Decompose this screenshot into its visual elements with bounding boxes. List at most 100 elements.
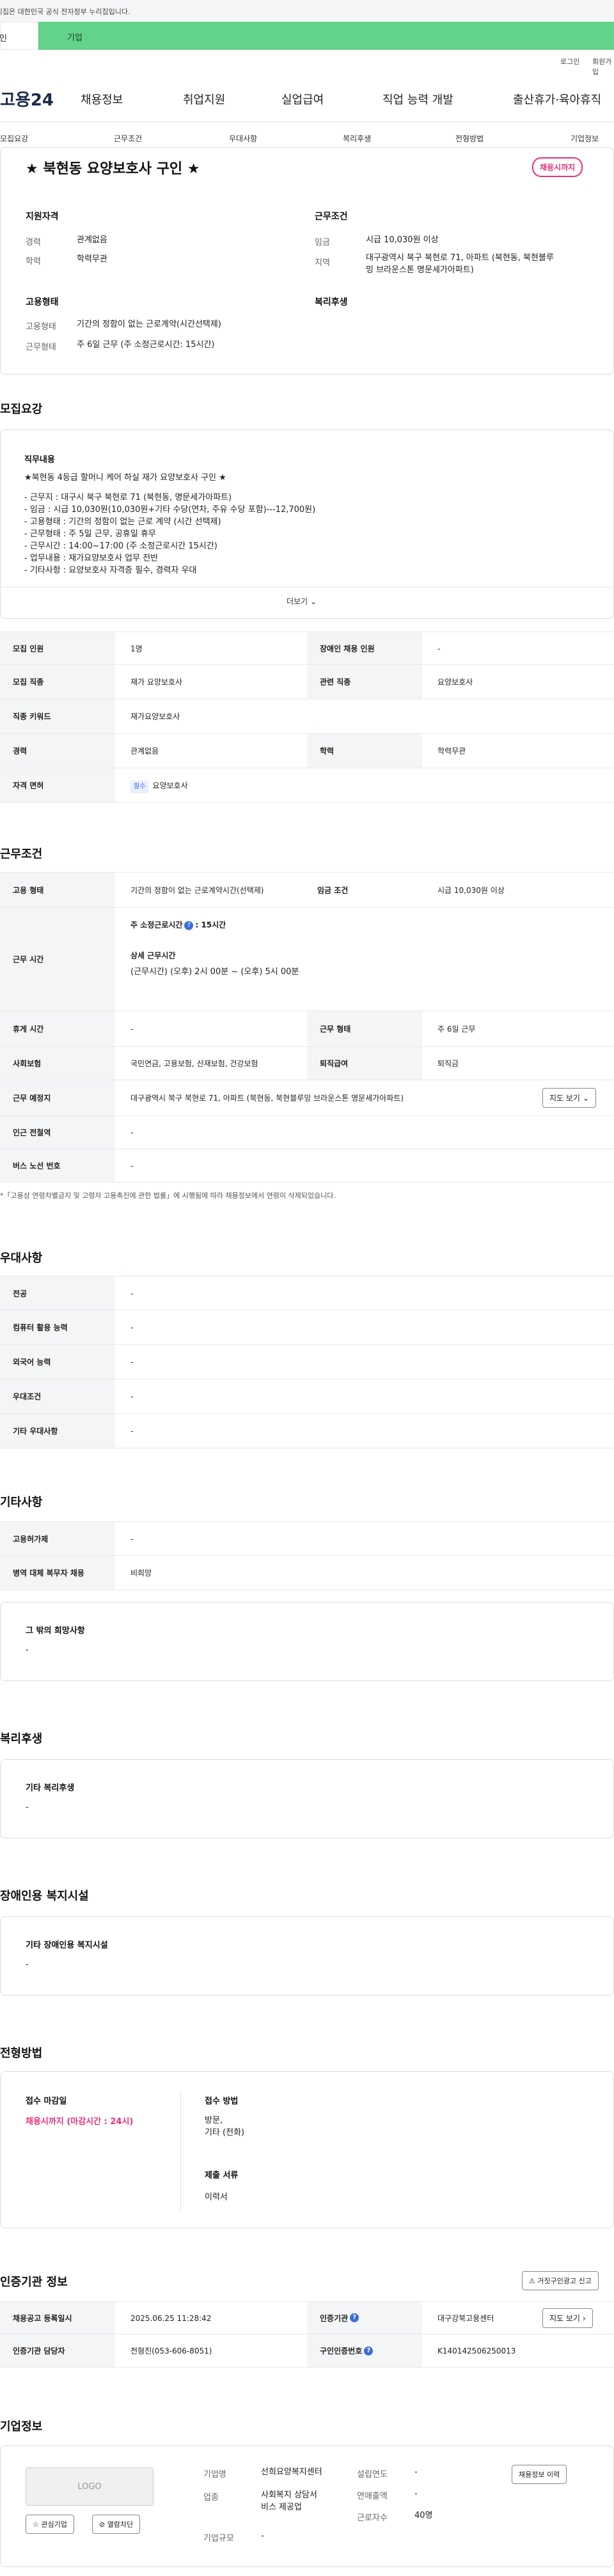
duty-line: - 근무지 : 대구시 북구 북현로 71 (북현동, 명문세가아파트) (24, 493, 232, 502)
gnb-employment-support[interactable]: 취업지원 (183, 91, 225, 107)
row-key: 모집 직종 (0, 665, 115, 699)
tab-personal[interactable]: 개인 (0, 22, 38, 50)
welfare-title: 복리후생 (315, 297, 348, 307)
company-logo: LOGO (26, 2467, 154, 2506)
anchor-select[interactable]: 전형방법 (455, 133, 484, 144)
table-row: 고용 형태 기간의 정함이 없는 근로계약시간(선택제) 임금 조건 시급 10… (0, 872, 614, 908)
qual-value: 관계없음 (77, 235, 107, 245)
row-key: 근무 시간 (0, 908, 115, 1011)
chevron-right-icon: › (582, 2314, 586, 2323)
deadline-title: 접수 마감일 (26, 2097, 67, 2106)
row-value: - (130, 1128, 134, 1137)
row-value: 요양보호사 (437, 678, 473, 687)
row-value: - (130, 1289, 134, 1298)
login-link[interactable]: 로그인 (560, 56, 579, 66)
duty-line: ★북현동 4등급 할머니 케어 하실 재가 요양보호사 구인 ★ (24, 473, 226, 483)
signup-link[interactable]: 회원가입 (592, 56, 614, 77)
help-icon[interactable]: ? (364, 2346, 374, 2355)
anchor-welfare[interactable]: 복리후생 (343, 133, 371, 144)
row-key: 관련 직종 (307, 665, 422, 699)
table-row: 고용허가제 - (0, 1521, 614, 1556)
anchor-pref[interactable]: 우대사항 (229, 133, 257, 144)
company-value: - (414, 2467, 418, 2477)
row-value: 대구강북고용센터 (437, 2314, 494, 2323)
map-button[interactable]: 지도 보기 ⌄ (542, 1088, 596, 1108)
row-key: 상세 근무시간 (130, 951, 176, 960)
table-row: 모집 직종 재가 요양보호사 관련 직종 요양보호사 (0, 665, 614, 699)
row-key: 병역 대체 복무자 채용 (0, 1556, 115, 1590)
row-key: 기타 우대사항 (0, 1414, 115, 1448)
qual-value: 학력무관 (77, 254, 107, 264)
gnb-training[interactable]: 직업 능력 개발 (382, 91, 453, 107)
table-row: 외국어 능력 - (0, 1345, 614, 1379)
more-button[interactable]: 더보기 ⌄ (287, 596, 317, 607)
cert-map-button[interactable]: 지도 보기 › (542, 2308, 593, 2328)
qual-key: 학력 (26, 257, 41, 267)
row-value: - (130, 1358, 134, 1367)
table-row: 자격 면허 필수 요양보호사 (0, 768, 614, 803)
anchor-work[interactable]: 근무조건 (114, 133, 142, 144)
job-history-button[interactable]: 채용정보 이력 (512, 2465, 567, 2484)
anchor-recruit[interactable]: 모집요강 (0, 133, 28, 144)
duty-title: 직무내용 (24, 455, 55, 465)
row-key: 모집 인원 (0, 632, 115, 664)
row-key: 휴게 시간 (0, 1011, 115, 1046)
table-row: 모집 인원 1명 장애인 채용 인원 - (0, 632, 614, 665)
section-company: 기업정보 (0, 2420, 43, 2433)
section-recruit: 모집요강 (0, 403, 43, 416)
row-value: 국민연금, 고용보험, 산재보험, 건강보험 (130, 1059, 258, 1068)
gnb-jobs[interactable]: 채용정보 (81, 91, 123, 107)
report-button[interactable]: ⚠ 거짓구인광고 신고 (522, 2271, 599, 2290)
qual-key: 경력 (26, 238, 41, 247)
row-value: 관계없음 (130, 747, 159, 756)
disability-box-value: - (26, 1960, 29, 1969)
company-value: - (261, 2531, 264, 2541)
table-row: 전공 - (0, 1276, 614, 1310)
welfare-card (0, 1759, 614, 1838)
row-value: - (130, 1427, 134, 1436)
block-icon: ⊘ (99, 2520, 106, 2529)
row-key: 경력 (0, 734, 115, 768)
row-key: 사회보험 (0, 1047, 115, 1080)
section-welfare: 복리후생 (0, 1732, 43, 1746)
duty-line: - 고용형태 : 기간의 정함이 없는 근로 계약 (시간 선택제) (24, 517, 221, 527)
table-row: 우대조건 - (0, 1379, 614, 1414)
table-row: 근무 시간 주 소정근로시간?: 15시간 상세 근무시간 (근무시간) (오후… (0, 908, 614, 1011)
docs-value: 이력서 (205, 2192, 228, 2202)
duty-line: - 기타사항 : 요양보호사 자격증 필수, 경력자 우대 (24, 566, 197, 575)
row-key: 전공 (0, 1276, 115, 1310)
help-icon[interactable]: ? (184, 920, 194, 930)
row-value: 전형진(053-606-8051) (130, 2347, 212, 2355)
row-value: 재가 요양보호사 (130, 678, 183, 687)
row-key: 임금 조건 (317, 886, 349, 895)
gnb-unemployment[interactable]: 실업급여 (281, 91, 324, 107)
duty-desc: ★북현동 4등급 할머니 케어 하실 재가 요양보호사 구인 ★ - 근무지 :… (24, 472, 315, 577)
block-company-button[interactable]: ⊘ 열람차단 (92, 2515, 141, 2534)
help-icon[interactable]: ? (350, 2313, 359, 2322)
row-key: 채용공고 등록일시 (0, 2302, 115, 2334)
row-value: 기간의 정함이 없는 근로계약시간(선택제) (130, 886, 264, 895)
row-key: 자격 면허 (0, 768, 115, 802)
deadline-value: 채용시까지 (마감시간 : 24시) (26, 2117, 134, 2127)
disability-box-title: 기타 장애인용 복지시설 (26, 1941, 108, 1950)
star-icon: ☆ (33, 2520, 39, 2529)
deadline-badge: 채용시까지 (532, 157, 583, 177)
favorite-company-button[interactable]: ☆ 관심기업 (26, 2515, 74, 2534)
divider (180, 2090, 181, 2210)
row-value: 대구광역시 북구 북현로 71, 아파트 (북현동, 북현블루밍 브라운스톤 명… (130, 1094, 404, 1103)
row-key: 외국어 능력 (0, 1345, 115, 1379)
row-value: 1명 (130, 644, 143, 653)
row-value: 주 6일 근무 (437, 1025, 476, 1034)
gnb-leave[interactable]: 출산휴가·육아휴직 (513, 91, 601, 107)
welfare-box-value: - (26, 1803, 29, 1812)
row-key: 고용허가제 (0, 1522, 115, 1555)
table-row: 컴퓨터 활용 능력 - (0, 1310, 614, 1345)
row-value: - (130, 1323, 134, 1332)
site-logo[interactable]: 고용24 (0, 87, 54, 111)
age-notice: *「고용상 연령차별금지 및 고령자 고용촉진에 관한 법률」에 시행됨에 따라… (0, 1191, 336, 1200)
tab-company[interactable]: 기업 (38, 22, 614, 50)
anchor-company[interactable]: 기업정보 (571, 133, 599, 144)
welfare-box-title: 기타 복리후생 (26, 1783, 75, 1793)
cond-key: 지역 (315, 258, 330, 268)
duty-line: - 근무시간 : 14:00~17:00 (주 소정근로시간 15시간) (24, 541, 217, 551)
